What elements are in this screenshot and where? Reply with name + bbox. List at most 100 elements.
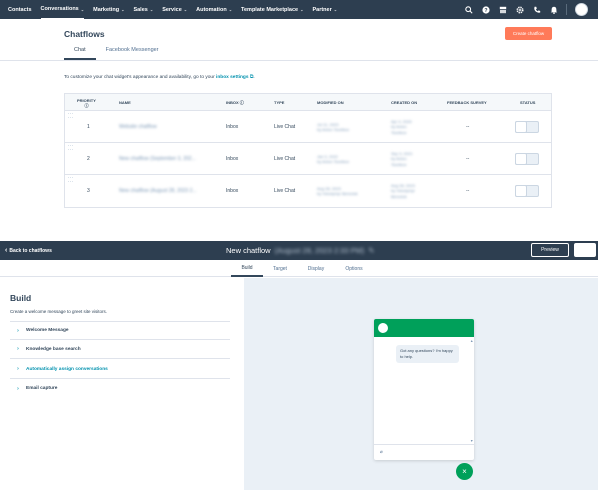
build-step-welcome-message[interactable]: › Welcome Message (10, 321, 230, 340)
publish-button[interactable] (574, 243, 596, 257)
status-toggle[interactable] (515, 153, 539, 165)
build-step-label: Welcome Message (26, 328, 69, 333)
row-priority: 2 (87, 156, 90, 162)
status-toggle[interactable] (515, 121, 539, 133)
row-name-link[interactable]: New chatflow (September 3, 202... (119, 143, 196, 175)
row-modified: Jan 3, 2022 by Anton Tsvetkov (317, 143, 349, 175)
row-type: Live Chat (274, 124, 296, 130)
attachment-icon[interactable]: ⌀ (380, 449, 383, 455)
marketplace-icon[interactable] (498, 5, 507, 14)
header-feedback-survey[interactable]: FEEDBACK SURVEY (447, 94, 487, 111)
nav-item-label: Marketing (93, 6, 120, 13)
chevron-down-icon: ⌄ (149, 7, 154, 12)
row-status (515, 175, 539, 207)
info-icon: ⓘ (84, 102, 89, 108)
header-inbox[interactable]: INBOX ⓘ (226, 94, 244, 111)
create-chatflow-button[interactable]: Create chatflow (505, 27, 552, 40)
table-body: ⋮⋮ 1 Website chatflow Inbox Live Chat Jul 11,… (65, 111, 551, 207)
editor-tabs: Build Target Display Options (0, 260, 598, 277)
drag-handle-icon[interactable]: ⋮⋮ (67, 111, 73, 143)
nav-item-sales[interactable]: Sales ⌄ (133, 0, 153, 19)
nav-item-contacts[interactable]: Contacts (8, 0, 32, 19)
toggle-knob (515, 185, 527, 197)
toggle-knob (515, 153, 527, 165)
header-status[interactable]: STATUS (520, 94, 535, 111)
calling-icon[interactable] (532, 5, 541, 14)
nav-item-label: Service (162, 6, 182, 13)
nav-item-automation[interactable]: Automation ⌄ (196, 0, 232, 19)
table-row[interactable]: ⋮⋮ 2 New chatflow (September 3, 202... Inbo… (65, 143, 551, 175)
nav-item-conversations[interactable]: Conversations ⌄ (40, 0, 85, 19)
table-row[interactable]: ⋮⋮ 1 Website chatflow Inbox Live Chat Jul 11,… (65, 111, 551, 143)
search-icon[interactable] (464, 5, 473, 14)
tab-options[interactable]: Options (338, 260, 370, 277)
nav-item-label: Conversations (40, 6, 79, 12)
header-name[interactable]: NAME (119, 94, 131, 111)
toggle-knob (515, 121, 527, 133)
created-by-line-2: Bereziuk (391, 193, 407, 199)
header-priority[interactable]: PRIORITY ⓘ (77, 94, 96, 111)
settings-icon[interactable] (515, 5, 524, 14)
nav-item-service[interactable]: Service ⌄ (162, 0, 187, 19)
tab-build[interactable]: Build (231, 260, 263, 277)
build-step-automatically-assign-conversations[interactable]: › Automatically assign conversations (10, 360, 230, 379)
tab-facebook-messenger[interactable]: Facebook Messenger (96, 46, 169, 60)
chat-scrollbar[interactable]: ▲ ▼ (470, 339, 473, 443)
nav-item-label: Automation (196, 6, 227, 13)
editor-header: ‹ Back to chatflows New chatflow (August… (0, 241, 598, 260)
row-name-link[interactable]: New chatflow (August 28, 2023 2... (119, 175, 197, 207)
build-step-label: Automatically assign conversations (26, 366, 108, 372)
nav-item-partner[interactable]: Partner ⌄ (312, 0, 337, 19)
build-step-email-capture[interactable]: › Email capture (10, 379, 230, 398)
table-row[interactable]: ⋮⋮ 3 New chatflow (August 28, 2023 2... Inb… (65, 175, 551, 207)
row-created: Apr 4, 2020 by Anton Tsvetkov (391, 111, 412, 143)
nav-item-label: Sales (133, 6, 148, 13)
edit-icon[interactable]: ✎ (368, 246, 374, 255)
chevron-right-icon: › (17, 346, 19, 352)
tab-display[interactable]: Display (300, 260, 332, 277)
chevron-down-icon: ⌄ (80, 6, 85, 12)
preview-button[interactable]: Preview (531, 243, 569, 257)
scroll-up-icon[interactable]: ▲ (470, 339, 473, 343)
modified-by: by Volodymyr Bereziuk (317, 191, 358, 196)
account-avatar[interactable] (575, 3, 588, 16)
tab-chat[interactable]: Chat (64, 46, 96, 60)
chevron-left-icon: ‹ (5, 247, 8, 254)
row-priority: 3 (87, 188, 90, 194)
chatflow-name: New chatflow (226, 246, 271, 255)
drag-handle-icon[interactable]: ⋮⋮ (67, 143, 73, 175)
row-type: Live Chat (274, 156, 296, 162)
created-by-line-2: Tsvetkov (391, 129, 407, 135)
build-panel: Build Create a welcome message to greet … (0, 278, 244, 490)
row-name-link[interactable]: Website chatflow (119, 111, 157, 143)
drag-handle-icon[interactable]: ⋮⋮ (67, 175, 73, 207)
tab-target[interactable]: Target (266, 260, 294, 277)
tabs-divider (0, 60, 598, 61)
header-type[interactable]: TYPE (274, 94, 284, 111)
row-type: Live Chat (274, 188, 296, 194)
row-status (515, 111, 539, 143)
build-step-knowledge-base-search[interactable]: › Knowledge base search (10, 340, 230, 359)
row-feedback-survey: -- (466, 124, 470, 130)
chevron-right-icon: › (17, 327, 19, 334)
nav-item-marketing[interactable]: Marketing ⌄ (93, 0, 124, 19)
back-label: Back to chatflows (9, 247, 52, 254)
top-navigation: Contacts Conversations ⌄ Marketing ⌄ Sales ⌄ Se… (0, 0, 598, 19)
status-toggle[interactable] (515, 185, 539, 197)
chatflow-title[interactable]: New chatflow (August 28, 2023 2:33 PM) ✎ (226, 241, 375, 260)
build-description: Create a welcome message to greet site v… (10, 309, 108, 314)
chevron-down-icon: ⌄ (333, 7, 338, 12)
app-root: Contacts Conversations ⌄ Marketing ⌄ Sales ⌄ Se… (0, 0, 598, 490)
back-to-chatflows-link[interactable]: ‹ Back to chatflows (5, 241, 52, 260)
chatflows-table: PRIORITY ⓘ NAME INBOX ⓘ TYPE MODIFIED ON… (64, 93, 552, 208)
header-created-on[interactable]: CREATED ON (391, 94, 417, 111)
svg-text:?: ? (484, 7, 487, 13)
chat-launcher-close-icon[interactable]: × (456, 463, 473, 480)
inbox-settings-link[interactable]: inbox settings (216, 75, 249, 80)
nav-item-label: Template Marketplace (241, 6, 299, 13)
nav-item-template-marketplace[interactable]: Template Marketplace ⌄ (241, 0, 303, 19)
help-icon[interactable]: ? (481, 5, 490, 14)
scroll-down-icon[interactable]: ▼ (470, 439, 473, 443)
header-modified-on[interactable]: MODIFIED ON (317, 94, 344, 111)
notifications-icon[interactable] (549, 5, 558, 14)
